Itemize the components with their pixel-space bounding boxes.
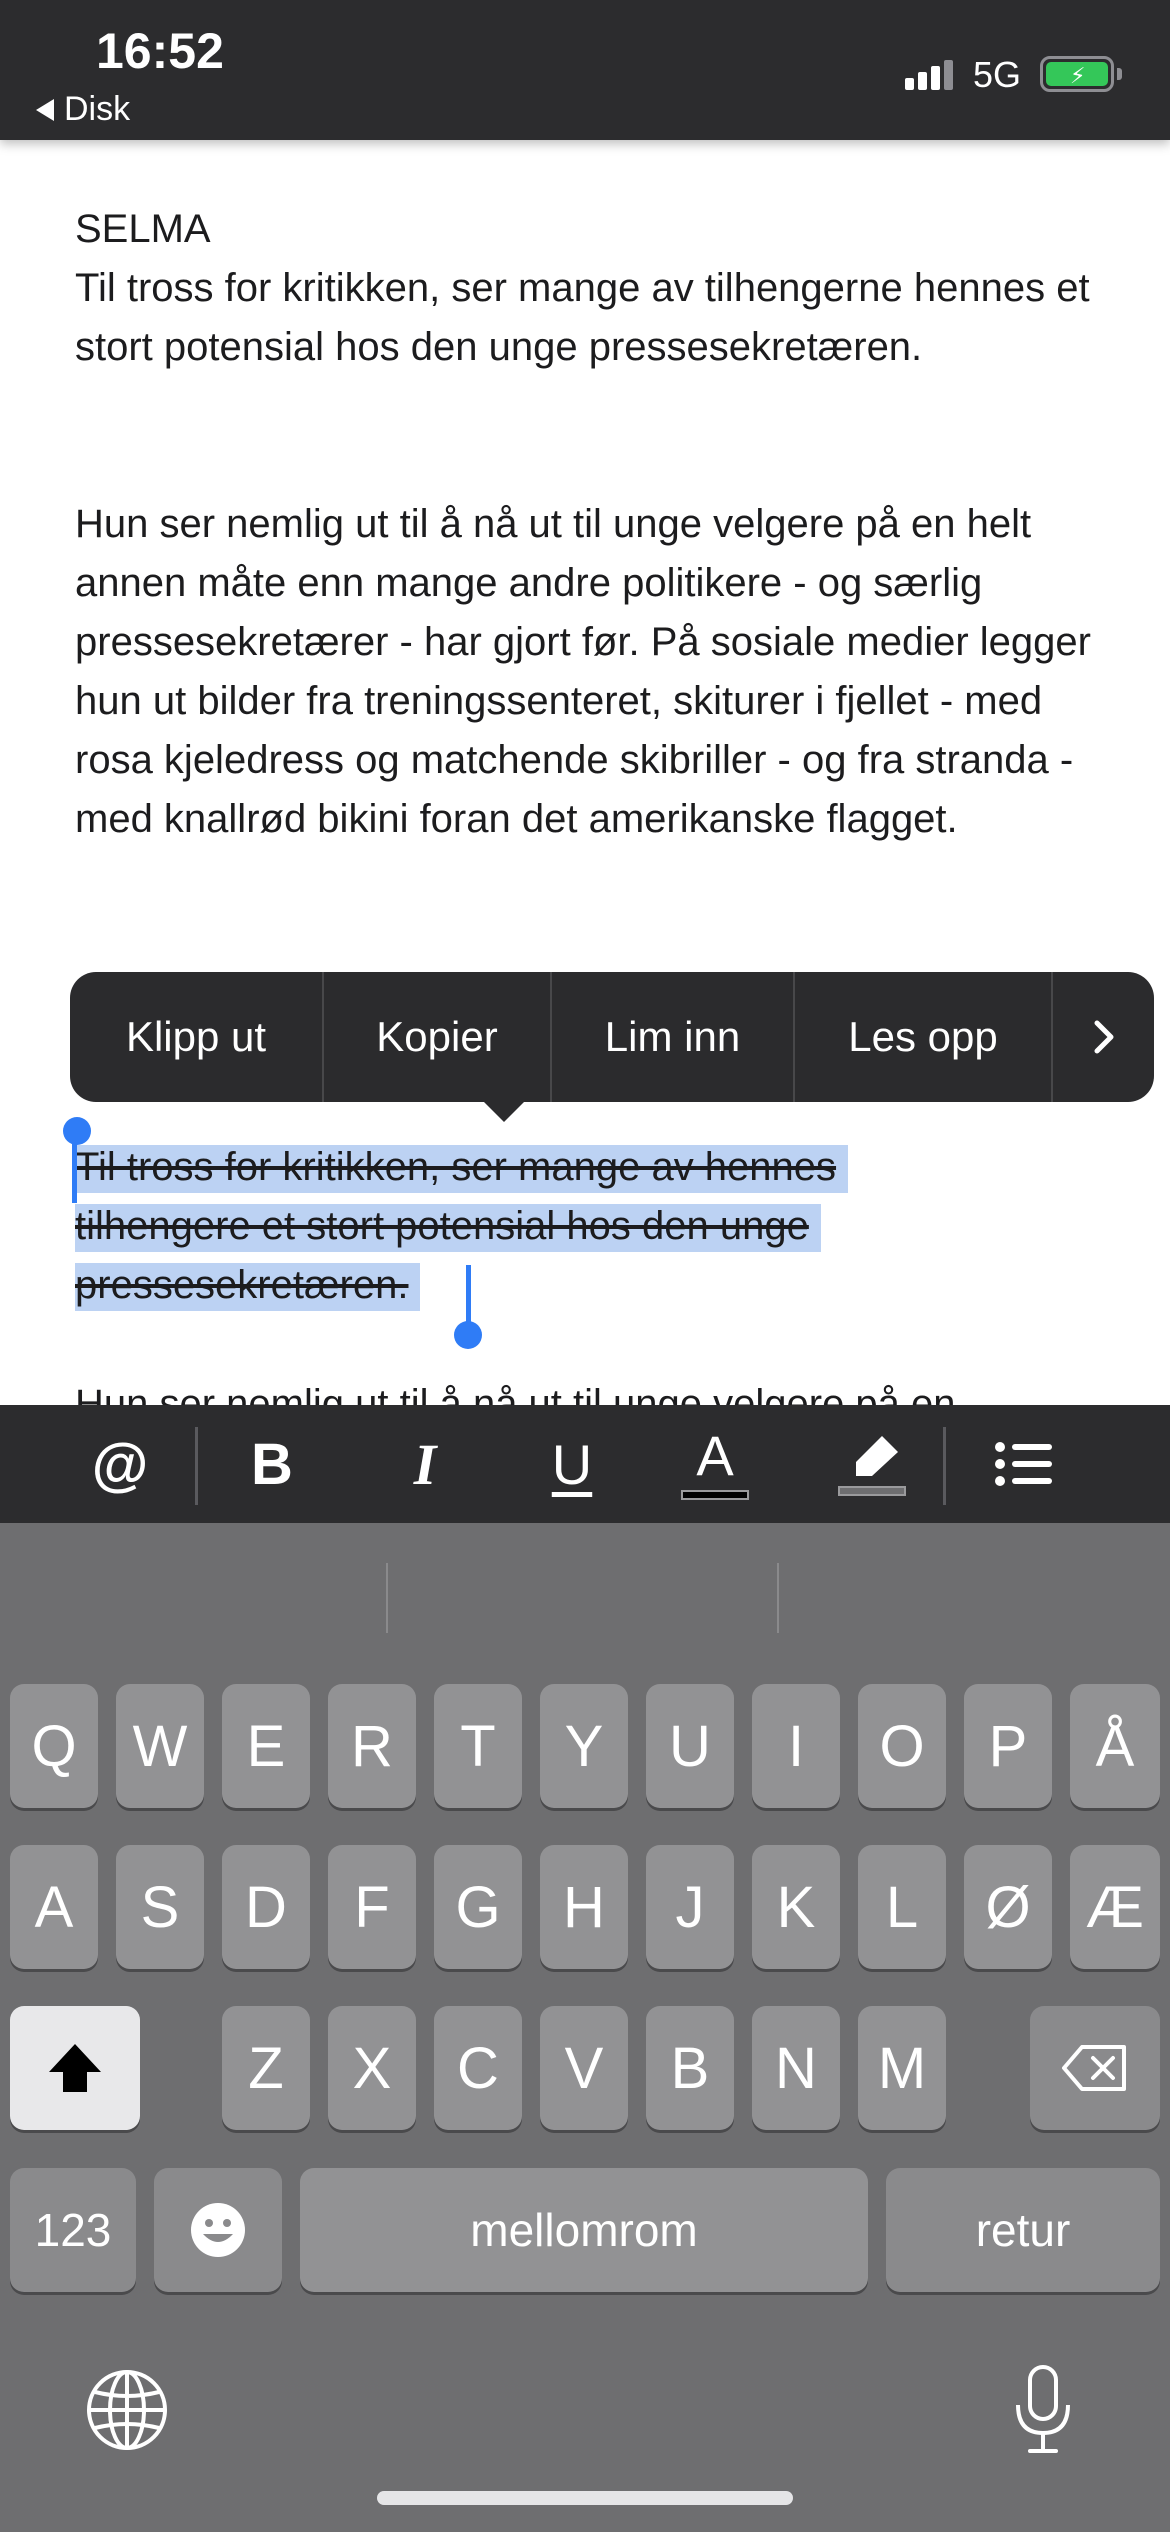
edit-menu-pointer (482, 1100, 526, 1122)
key-n[interactable]: N (752, 2006, 840, 2130)
globe-icon (87, 2370, 167, 2450)
paste-menu-item[interactable]: Lim inn (552, 972, 795, 1102)
battery-charging-icon: ⚡ (1040, 56, 1122, 92)
key-c[interactable]: C (434, 2006, 522, 2130)
paragraph-1[interactable]: Til tross for kritikken, ser mange av ti… (75, 259, 1115, 377)
key-m[interactable]: M (858, 2006, 946, 2130)
backspace-key[interactable] (1030, 2006, 1160, 2130)
document-body[interactable]: SELMA Til tross for kritikken, ser mange… (0, 140, 1170, 1405)
selected-line-3[interactable]: pressesekretæren. (75, 1263, 421, 1311)
heading-selma[interactable]: SELMA (75, 200, 1115, 259)
bullet-list-icon (995, 1442, 1052, 1486)
emoji-key[interactable] (154, 2168, 282, 2292)
keyboard: Q W E R T Y U I O P Å A S D F G H J K L … (0, 1523, 1170, 2532)
back-triangle-icon (36, 98, 54, 121)
key-u[interactable]: U (646, 1684, 734, 1808)
selection-start-handle[interactable] (63, 1117, 91, 1145)
home-indicator[interactable] (377, 2491, 793, 2505)
copy-menu-item[interactable]: Kopier (324, 972, 552, 1102)
key-s[interactable]: S (116, 1845, 204, 1969)
key-i[interactable]: I (752, 1684, 840, 1808)
highlight-button[interactable] (832, 1405, 912, 1523)
key-k[interactable]: K (752, 1845, 840, 1969)
key-t[interactable]: T (434, 1684, 522, 1808)
microphone-icon (1016, 2365, 1070, 2453)
key-e[interactable]: E (222, 1684, 310, 1808)
paragraph-2[interactable]: Hun ser nemlig ut til å nå ut til unge v… (75, 495, 1115, 849)
chevron-right-icon (1094, 1020, 1113, 1054)
cut-menu-item[interactable]: Klipp ut (70, 972, 324, 1102)
globe-button[interactable] (85, 2368, 169, 2452)
key-j[interactable]: J (646, 1845, 734, 1969)
key-y[interactable]: Y (540, 1684, 628, 1808)
format-toolbar: @ B I U A (0, 1405, 1170, 1523)
key-o[interactable]: O (858, 1684, 946, 1808)
key-p[interactable]: P (964, 1684, 1052, 1808)
highlight-swatch (838, 1486, 906, 1496)
highlight-icon (856, 1436, 898, 1476)
selected-line-2[interactable]: tilhengere et stort potensial hos den un… (75, 1204, 821, 1252)
underline-button[interactable]: U (532, 1405, 612, 1523)
selected-paragraph[interactable]: Til tross for kritikken, ser mange av he… (75, 1138, 1115, 1315)
back-label: Disk (64, 90, 131, 128)
underline-icon: U (551, 1432, 593, 1496)
key-x[interactable]: X (328, 2006, 416, 2130)
bold-button[interactable]: B (232, 1405, 312, 1523)
more-menu-button[interactable] (1053, 972, 1154, 1102)
back-to-app-button[interactable]: Disk (36, 90, 130, 129)
signal-icon (905, 58, 953, 90)
key-ae[interactable]: Æ (1070, 1845, 1160, 1969)
list-button[interactable] (982, 1405, 1066, 1523)
backspace-icon (1062, 2045, 1126, 2091)
key-r[interactable]: R (328, 1684, 416, 1808)
suggestion-divider (386, 1563, 388, 1633)
key-oe[interactable]: Ø (964, 1845, 1052, 1969)
text-color-button[interactable]: A (675, 1405, 755, 1523)
selected-line-1[interactable]: Til tross for kritikken, ser mange av he… (75, 1145, 849, 1193)
key-b[interactable]: B (646, 2006, 734, 2130)
text-color-swatch (681, 1490, 749, 1500)
key-v[interactable]: V (540, 2006, 628, 2130)
italic-icon: I (413, 1431, 437, 1497)
network-type: 5G (973, 54, 1022, 95)
key-aa[interactable]: Å (1070, 1684, 1160, 1808)
italic-button[interactable]: I (385, 1405, 465, 1523)
clock: 16:52 (96, 23, 224, 79)
shift-key[interactable] (10, 2006, 140, 2130)
paragraph-4-partial[interactable]: Hun ser nemlig ut til å nå ut til unge v… (75, 1375, 1115, 1405)
key-f[interactable]: F (328, 1845, 416, 1969)
shift-icon (49, 2044, 101, 2092)
return-key[interactable]: retur (886, 2168, 1160, 2292)
key-q[interactable]: Q (10, 1684, 98, 1808)
key-h[interactable]: H (540, 1845, 628, 1969)
key-w[interactable]: W (116, 1684, 204, 1808)
bold-icon: B (251, 1431, 293, 1497)
edit-menu: Klipp ut Kopier Lim inn Les opp (70, 972, 1154, 1102)
numbers-key[interactable]: 123 (10, 2168, 136, 2292)
emoji-icon (191, 2203, 245, 2257)
toolbar-divider (943, 1427, 946, 1505)
key-a[interactable]: A (10, 1845, 98, 1969)
key-z[interactable]: Z (222, 2006, 310, 2130)
key-g[interactable]: G (434, 1845, 522, 1969)
key-d[interactable]: D (222, 1845, 310, 1969)
key-l[interactable]: L (858, 1845, 946, 1969)
selection-start-cursor (72, 1135, 77, 1203)
at-sign-icon: @ (91, 1431, 149, 1497)
toolbar-divider (195, 1427, 198, 1505)
mention-button[interactable]: @ (80, 1405, 160, 1523)
text-color-icon: A (696, 1424, 734, 1487)
status-bar: 16:52 Disk 5G ⚡ (0, 0, 1170, 140)
speak-menu-item[interactable]: Les opp (795, 972, 1053, 1102)
dictation-button[interactable] (1012, 2363, 1074, 2457)
suggestion-divider (777, 1563, 779, 1633)
space-key[interactable]: mellomrom (300, 2168, 868, 2292)
selection-end-handle[interactable] (454, 1321, 482, 1349)
